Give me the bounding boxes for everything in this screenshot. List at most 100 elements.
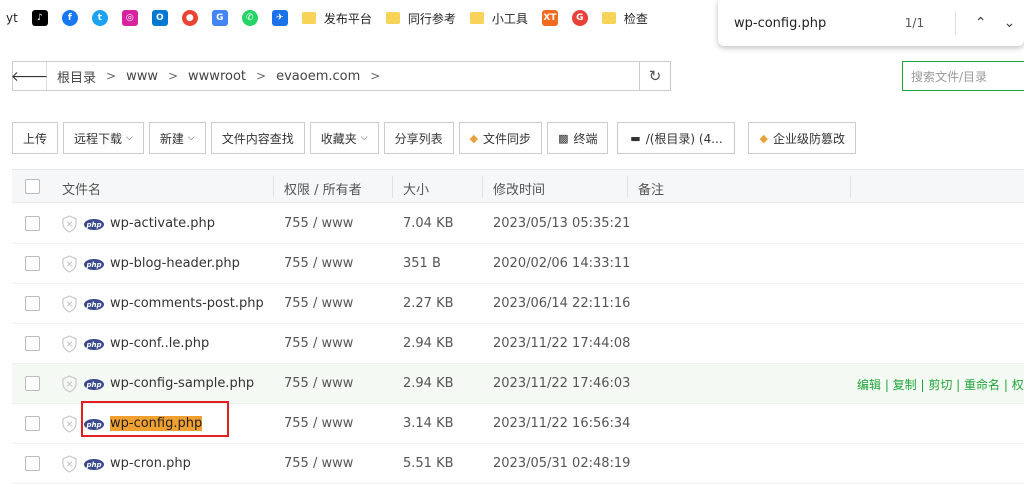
breadcrumb-wwwroot[interactable]: wwwroot > xyxy=(188,69,266,84)
file-name[interactable]: wp-conf..le.php xyxy=(110,336,209,351)
new-button[interactable]: 新建 ⌵ xyxy=(148,122,206,154)
file-permission[interactable]: 755 / www xyxy=(284,416,353,431)
breadcrumb-domain[interactable]: evaoem.com > xyxy=(276,69,380,84)
file-name[interactable]: wp-blog-header.php xyxy=(110,256,240,271)
bookmark-chrome[interactable]: ● xyxy=(181,0,198,36)
translate-icon: G xyxy=(211,10,228,26)
bookmark-xt[interactable]: XT xyxy=(541,0,558,36)
bookmark-folder-publish[interactable]: 发布平台 xyxy=(301,0,372,36)
folder-icon xyxy=(469,12,484,24)
row-checkbox[interactable] xyxy=(25,336,40,351)
remote-download-button[interactable]: 远程下载 ⌵ xyxy=(63,122,144,154)
protect-shield-icon[interactable] xyxy=(62,335,77,353)
back-arrow-icon[interactable]: 🡐 xyxy=(11,62,48,90)
bookmark-folder-peers[interactable]: 同行参考 xyxy=(385,0,456,36)
bookmark-facebook[interactable]: f xyxy=(61,0,78,36)
table-row[interactable]: php wp-cron.php 755 / www 5.51 KB 2023/05/31… xyxy=(12,444,1024,484)
row-checkbox[interactable] xyxy=(25,456,40,471)
file-size: 5.51 KB xyxy=(403,456,454,471)
file-permission[interactable]: 755 / www xyxy=(284,296,353,311)
bookmark-folder-tools[interactable]: 小工具 xyxy=(469,0,528,36)
tamper-protection-button[interactable]: ◆ 企业级防篡改 xyxy=(748,122,856,154)
header-modified-time[interactable]: 修改时间 xyxy=(493,179,545,198)
file-modified-time: 2023/11/22 16:56:34 xyxy=(493,416,631,431)
protect-shield-icon[interactable] xyxy=(62,255,77,273)
table-row[interactable]: php wp-blog-header.php 755 / www 351 B 2020/… xyxy=(12,244,1024,284)
refresh-icon[interactable]: ↻ xyxy=(639,62,670,90)
row-checkbox[interactable] xyxy=(25,416,40,431)
folder-icon xyxy=(385,12,400,24)
table-row[interactable]: php wp-comments-post.php 755 / www 2.27 KB 2… xyxy=(12,284,1024,324)
content-search-button[interactable]: 文件内容查找 xyxy=(210,122,305,154)
file-name[interactable]: wp-config-sample.php xyxy=(110,376,254,391)
bookmark-folder-check[interactable]: 检查 xyxy=(601,0,648,36)
file-permission[interactable]: 755 / www xyxy=(284,376,353,391)
bookmark-app[interactable]: G xyxy=(571,0,588,36)
upload-button[interactable]: 上传 xyxy=(12,122,59,154)
file-size: 2.94 KB xyxy=(403,336,454,351)
file-sync-button[interactable]: ◆ 文件同步 xyxy=(458,122,543,154)
file-modified-time: 2023/05/13 05:35:21 xyxy=(493,216,631,231)
file-search-input[interactable]: 搜索文件/目录 xyxy=(902,61,1024,91)
bookmark-tiktok[interactable]: ♪ xyxy=(31,0,48,36)
file-permission[interactable]: 755 / www xyxy=(284,256,353,271)
disk-icon: ▬ xyxy=(630,131,641,145)
share-list-button[interactable]: 分享列表 xyxy=(383,122,454,154)
header-permission[interactable]: 权限 / 所有者 xyxy=(284,179,362,198)
header-filename[interactable]: 文件名 xyxy=(62,179,101,198)
select-all-checkbox[interactable] xyxy=(25,179,40,194)
diamond-icon: ◆ xyxy=(469,131,479,145)
row-checkbox[interactable] xyxy=(25,216,40,231)
row-checkbox[interactable] xyxy=(25,296,40,311)
bookmark-translate[interactable]: G xyxy=(211,0,228,36)
toolbar: 上传 远程下载 ⌵ 新建 ⌵ 文件内容查找 收藏夹 ⌵ 分享列表 ◆ 文件同步 ▩ 终端 … xyxy=(12,122,861,154)
file-size: 3.14 KB xyxy=(403,416,454,431)
bookmark-instagram[interactable]: ◎ xyxy=(121,0,138,36)
file-name[interactable]: wp-cron.php xyxy=(110,456,191,471)
disk-button[interactable]: ▬/(根目录) (4... xyxy=(617,122,736,154)
find-bar: wp-config.php 1/1 ⌃ ⌄ xyxy=(718,0,1024,46)
chevron-right-icon: > xyxy=(167,69,179,83)
favorites-button[interactable]: 收藏夹 ⌵ xyxy=(309,122,379,154)
bookmark-whatsapp[interactable]: ✆ xyxy=(241,0,258,36)
path-bar: 🡐 根目录 > www > wwwroot > evaoem.com > ↻ xyxy=(11,61,671,91)
file-size: 351 B xyxy=(403,256,441,271)
file-name[interactable]: wp-comments-post.php xyxy=(110,296,264,311)
file-permission[interactable]: 755 / www xyxy=(284,456,353,471)
bookmark-outlook[interactable]: O xyxy=(151,0,168,36)
table-row[interactable]: php wp-conf..le.php 755 / www 2.94 KB 2023/1… xyxy=(12,324,1024,364)
table-row[interactable]: php wp-config-sample.php 755 / www 2.94 KB 2… xyxy=(12,364,1024,404)
file-permission[interactable]: 755 / www xyxy=(284,216,353,231)
column-divider xyxy=(850,176,851,198)
chevron-down-icon: ⌵ xyxy=(126,133,133,143)
file-size: 2.94 KB xyxy=(403,376,454,391)
protect-shield-icon[interactable] xyxy=(62,455,77,473)
row-checkbox[interactable] xyxy=(25,256,40,271)
breadcrumb-root[interactable]: 根目录 > xyxy=(57,67,116,86)
breadcrumb-www[interactable]: www > xyxy=(126,69,178,84)
protect-shield-icon[interactable] xyxy=(62,415,77,433)
row-actions[interactable]: 编辑 | 复制 | 剪切 | 重命名 | 权限 xyxy=(857,376,1024,393)
terminal-button[interactable]: ▩ 终端 xyxy=(547,122,609,154)
file-name[interactable]: wp-activate.php xyxy=(110,216,215,231)
header-size[interactable]: 大小 xyxy=(403,179,429,198)
chevron-right-icon: > xyxy=(256,69,267,83)
protect-shield-icon[interactable] xyxy=(62,295,77,313)
file-permission[interactable]: 755 / www xyxy=(284,336,353,351)
bookmark-bird[interactable]: ✈ xyxy=(271,0,288,36)
php-file-icon: php xyxy=(84,459,104,470)
bookmark-yt[interactable]: yt xyxy=(6,0,18,36)
row-checkbox[interactable] xyxy=(25,376,40,391)
find-input[interactable]: wp-config.php xyxy=(734,16,879,31)
php-file-icon: php xyxy=(84,339,104,350)
table-row[interactable]: php wp-activate.php 755 / www 7.04 KB 2023/0… xyxy=(12,204,1024,244)
whatsapp-icon: ✆ xyxy=(241,10,258,26)
find-previous-button[interactable]: ⌃ xyxy=(966,15,995,31)
twitter-icon: t xyxy=(91,10,108,26)
diamond-icon: ◆ xyxy=(759,131,768,145)
bookmark-twitter[interactable]: t xyxy=(91,0,108,36)
protect-shield-icon[interactable] xyxy=(62,375,77,393)
protect-shield-icon[interactable] xyxy=(62,215,77,233)
find-next-button[interactable]: ⌄ xyxy=(995,15,1024,31)
tiktok-icon: ♪ xyxy=(31,10,48,26)
